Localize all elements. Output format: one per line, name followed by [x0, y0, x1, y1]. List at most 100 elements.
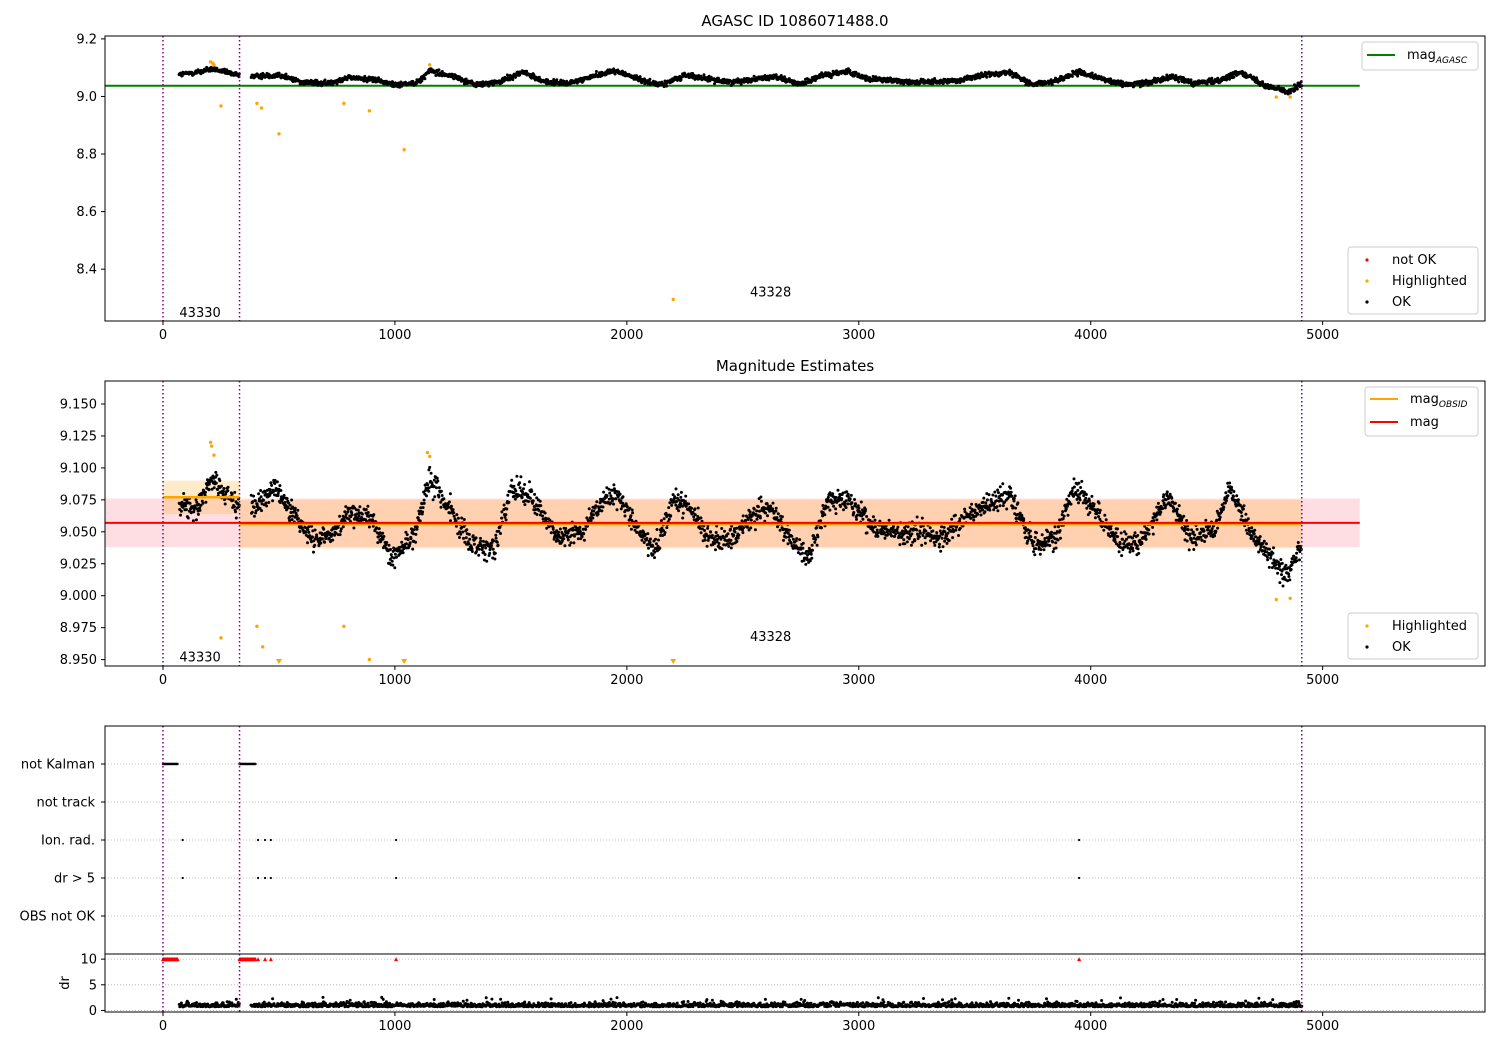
mag-ok-point: [1128, 550, 1132, 554]
mag-ok-point: [915, 515, 919, 519]
mag-ok-point: [849, 493, 853, 497]
mag-ok-point: [1097, 515, 1101, 519]
mag-ok-point: [963, 507, 967, 511]
mag-ok-point: [752, 507, 756, 511]
mag-ok-point: [755, 517, 759, 521]
mag-ok-point: [601, 505, 605, 509]
mag-ok-point: [212, 486, 216, 490]
mag-ok-point: [1033, 553, 1037, 557]
mag-ok-point: [810, 556, 814, 560]
mag-ok-point: [1062, 514, 1066, 518]
mag-ok-point: [474, 536, 478, 540]
mag-ok-point: [625, 505, 629, 509]
mag-ok-point: [483, 553, 487, 556]
mag-ok-point: [1135, 544, 1139, 548]
agasc-ok-point: [848, 68, 852, 72]
mag-ok-point: [436, 479, 440, 483]
mag-ok-point: [350, 513, 354, 517]
mag-ok-point: [260, 509, 263, 513]
mag-ok-point: [286, 506, 290, 510]
mag-ok-point: [293, 509, 297, 513]
mag-ok-point: [778, 528, 782, 532]
mag-ok-point: [439, 505, 443, 509]
mag-ok-point: [775, 516, 779, 520]
mag-ok-point: [919, 531, 922, 535]
chart-figure: AGASC ID 1086071488.0 4333043328 0 1000 20…: [20, 12, 1486, 1034]
mag-ok-point: [421, 506, 425, 510]
mag-ok-point: [746, 518, 750, 521]
mag-ok-point: [449, 519, 452, 523]
mag-ok-point: [1053, 525, 1057, 529]
mag-ok-point: [920, 516, 924, 520]
mag-ok-point: [230, 492, 234, 496]
mag-ok-point: [662, 517, 666, 521]
mag-ok-point: [823, 513, 827, 517]
mag-ok-point: [387, 543, 391, 547]
mag-ok-point: [883, 536, 887, 540]
agasc-highlighted-point: [277, 132, 281, 136]
mag-ok-point: [920, 543, 924, 547]
mag-ok-point: [414, 540, 418, 544]
mag-ok-point: [220, 484, 223, 488]
mag-ok-point: [602, 490, 606, 494]
mag-ok-point: [842, 508, 845, 512]
mag-ok-point: [196, 512, 200, 516]
mag-ok-point: [600, 509, 604, 513]
mag-ok-point: [766, 514, 769, 518]
agasc-highlighted-point: [1288, 95, 1292, 99]
mag-ok-point: [755, 509, 759, 513]
mag-ok-point: [455, 513, 459, 517]
mag-ok-point: [828, 491, 832, 495]
mag-ok-point: [1084, 496, 1088, 500]
mag-ok-point: [808, 559, 812, 563]
mag-ok-point: [710, 534, 714, 537]
mag-ok-point: [262, 498, 265, 502]
mag-ok-point: [533, 492, 537, 496]
mag-ok-point: [252, 514, 256, 518]
mag-ok-point: [214, 470, 218, 474]
mag-ok-point: [834, 507, 838, 511]
mag-ok-point: [991, 493, 995, 497]
mag-ok-point: [907, 537, 911, 541]
agasc-highlighted-point: [1274, 95, 1278, 99]
mag-ok-point: [729, 538, 733, 542]
mag-ok-point: [988, 508, 992, 512]
mag-ok-point: [233, 490, 237, 494]
mag-ok-point: [915, 528, 919, 532]
agasc-highlighted-point: [255, 101, 259, 106]
mag-ok-point: [507, 500, 511, 504]
mag-ok-point: [726, 532, 730, 536]
mag-ok-point: [608, 491, 612, 495]
mag-ok-point: [462, 536, 465, 540]
mag-ok-point: [366, 504, 370, 508]
mag-ok-point: [1136, 547, 1140, 551]
mag-ok-point: [943, 530, 947, 534]
mag-ok-point: [1125, 537, 1128, 541]
mag-ok-point: [993, 490, 997, 494]
legend-agasc-line: magAGASC: [1361, 41, 1479, 71]
mag-ok-point: [667, 517, 671, 521]
mag-ok-point: [412, 528, 416, 532]
agasc-highlighted-point: [402, 148, 406, 152]
mag-ok-point: [535, 513, 539, 516]
mag-ok-point: [523, 503, 527, 507]
mag-ok-point: [684, 494, 688, 498]
mag-ok-point: [582, 538, 586, 542]
mag-ok-point: [648, 541, 652, 544]
mag-ok-point: [312, 550, 315, 554]
mag-ok-point: [679, 490, 683, 494]
mag-ok-point: [367, 525, 371, 529]
mag-ok-point: [771, 501, 775, 505]
mag-ok-point: [358, 505, 362, 509]
mag-ok-point: [693, 513, 697, 517]
mag-ok-point: [703, 529, 707, 532]
mag-ok-point: [801, 541, 805, 545]
mag-ok-point: [518, 481, 522, 485]
mag-ok-point: [313, 528, 317, 532]
mag-ok-point: [456, 516, 460, 520]
mag-ok-point: [1032, 550, 1036, 554]
mag-ok-point: [681, 516, 685, 520]
agasc-xtick-label: 1000: [378, 328, 411, 343]
mag-ok-point: [811, 548, 814, 552]
mag-ok-point: [605, 494, 609, 498]
